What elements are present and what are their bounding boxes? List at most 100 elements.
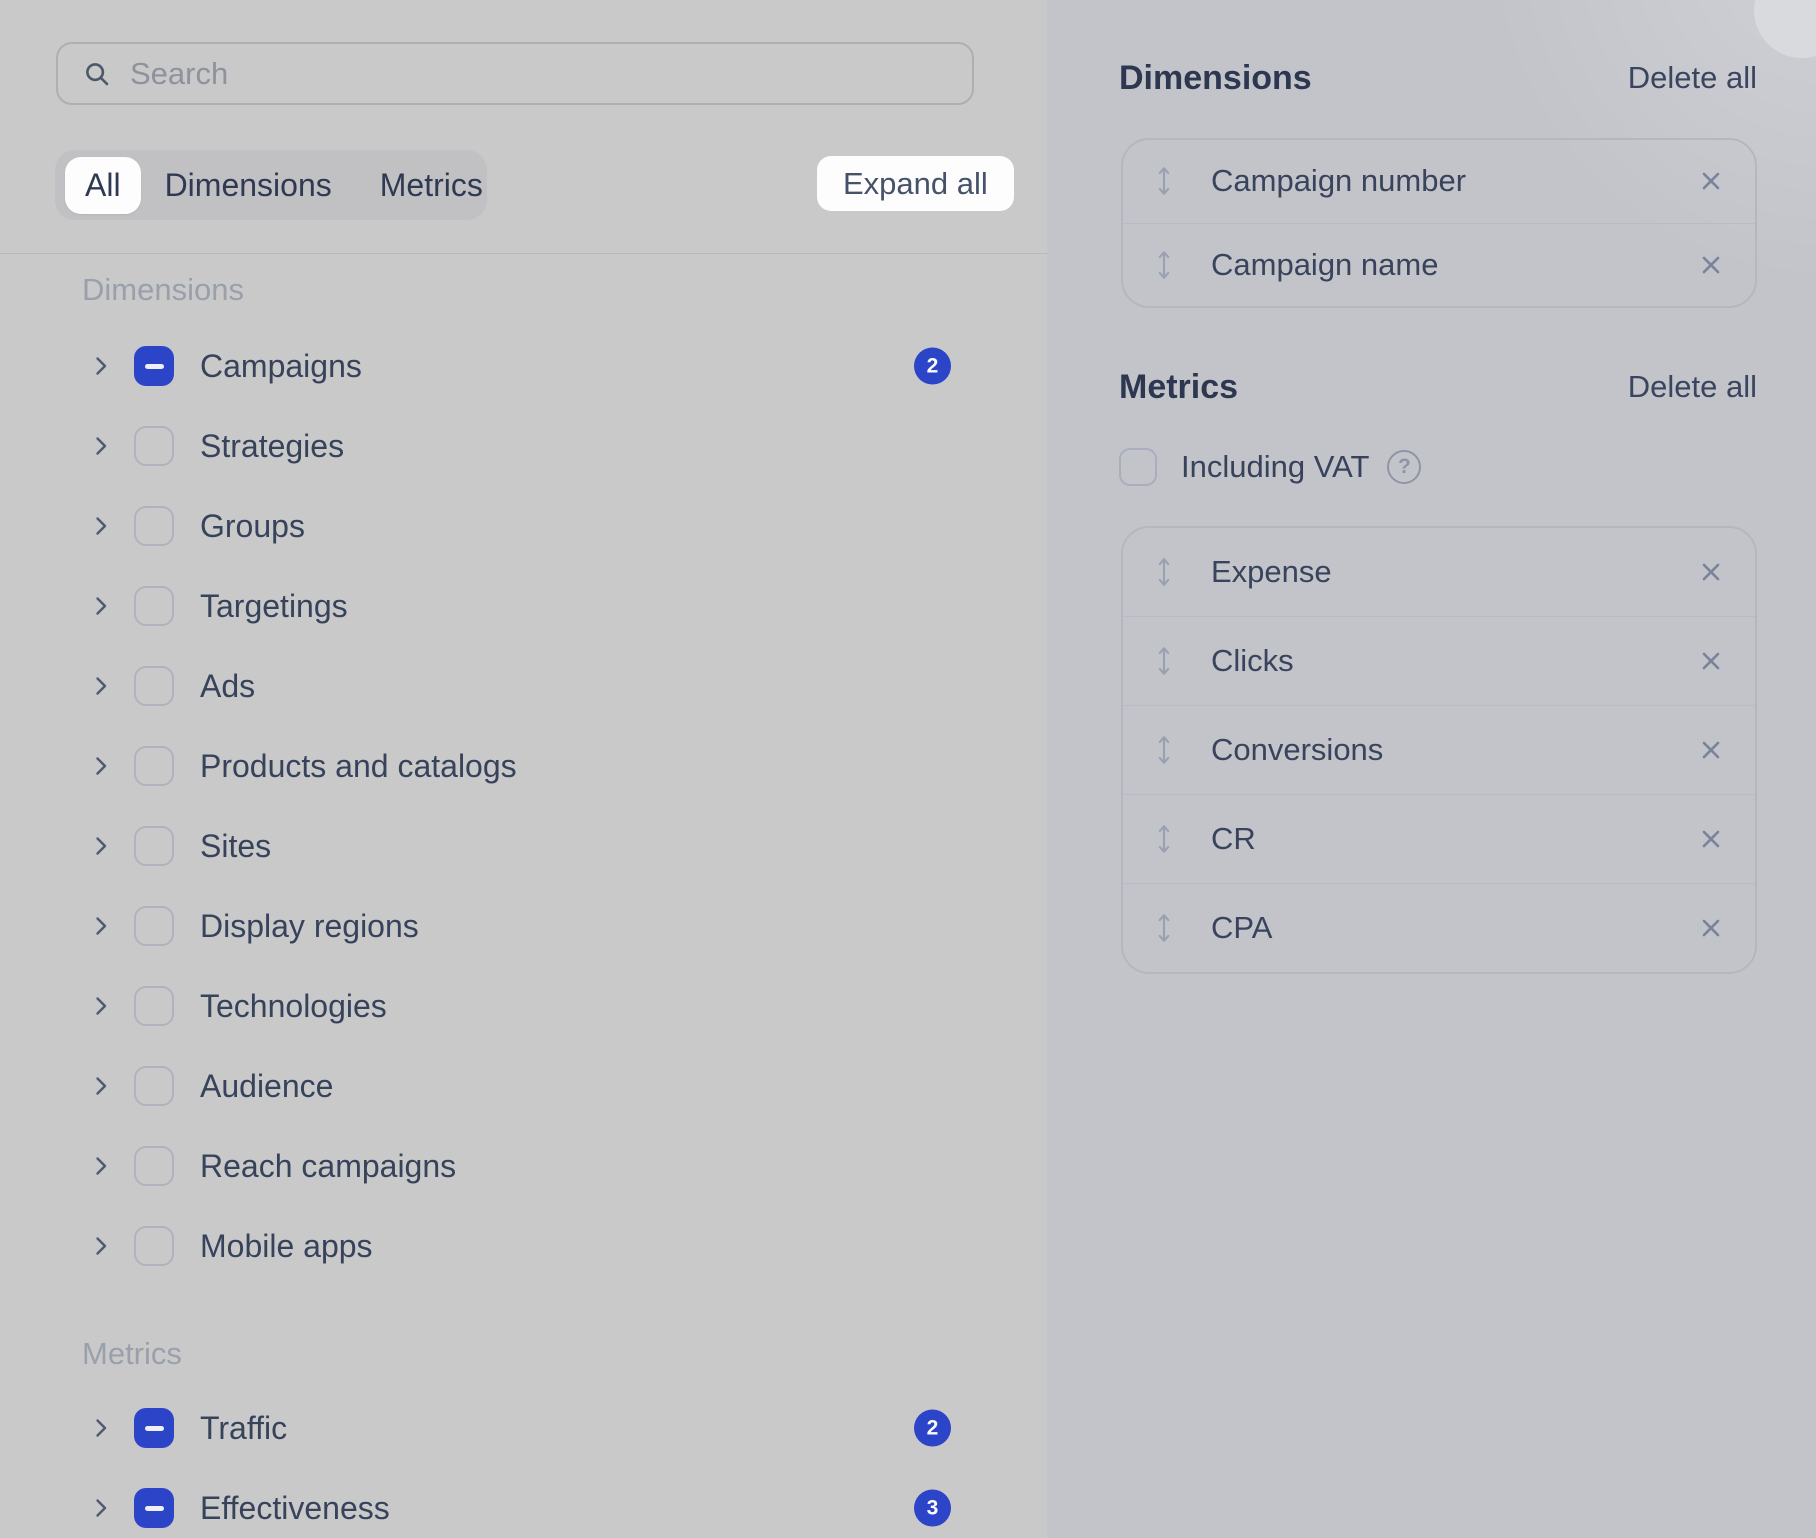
selected-dimensions-list: Campaign number Campaign name: [1121, 138, 1757, 308]
tab-dimensions[interactable]: Dimensions: [141, 157, 356, 214]
tab-metrics[interactable]: Metrics: [356, 157, 507, 214]
chip-label: Expense: [1211, 554, 1697, 590]
including-vat-checkbox[interactable]: [1119, 448, 1157, 486]
chip-label: CPA: [1211, 910, 1697, 946]
selected-count-badge: 3: [914, 1490, 951, 1527]
chevron-right-icon[interactable]: [88, 913, 114, 939]
tree-item-label: Mobile apps: [200, 1228, 373, 1265]
tree-item-label: Targetings: [200, 588, 348, 625]
chip-clicks[interactable]: Clicks: [1123, 616, 1755, 705]
including-vat-row: Including VAT ?: [1119, 447, 1421, 487]
tree-item-effectiveness[interactable]: Effectiveness 3: [0, 1468, 1047, 1538]
checkbox-unchecked[interactable]: [134, 826, 174, 866]
remove-icon[interactable]: [1697, 914, 1725, 942]
tab-all[interactable]: All: [65, 157, 141, 214]
checkbox-unchecked[interactable]: [134, 986, 174, 1026]
selected-columns-panel: Dimensions Delete all Campaign number Ca…: [1047, 0, 1816, 1538]
drag-handle-icon[interactable]: [1153, 822, 1175, 856]
tree-item-groups[interactable]: Groups: [0, 486, 1047, 566]
tree-item-campaigns[interactable]: Campaigns 2: [0, 326, 1047, 406]
remove-icon[interactable]: [1697, 647, 1725, 675]
tree-item-reach-campaigns[interactable]: Reach campaigns: [0, 1126, 1047, 1206]
chevron-right-icon[interactable]: [88, 1495, 114, 1521]
checkbox-unchecked[interactable]: [134, 1226, 174, 1266]
tree-item-label: Ads: [200, 668, 255, 705]
tree-item-traffic[interactable]: Traffic 2: [0, 1388, 1047, 1468]
chip-label: CR: [1211, 821, 1697, 857]
chevron-right-icon[interactable]: [88, 673, 114, 699]
tree-item-technologies[interactable]: Technologies: [0, 966, 1047, 1046]
checkbox-indeterminate[interactable]: [134, 1408, 174, 1448]
selected-metrics-list: Expense Clicks Conversions CR CPA: [1121, 526, 1757, 974]
chevron-right-icon[interactable]: [88, 993, 114, 1019]
chevron-right-icon[interactable]: [88, 833, 114, 859]
checkbox-unchecked[interactable]: [134, 1066, 174, 1106]
checkbox-unchecked[interactable]: [134, 586, 174, 626]
checkbox-indeterminate[interactable]: [134, 346, 174, 386]
expand-all-button[interactable]: Expand all: [817, 156, 1014, 211]
chip-cpa[interactable]: CPA: [1123, 883, 1755, 972]
tree-item-audience[interactable]: Audience: [0, 1046, 1047, 1126]
tree-item-mobile-apps[interactable]: Mobile apps: [0, 1206, 1047, 1286]
metrics-section-label: Metrics: [82, 1336, 182, 1372]
remove-icon[interactable]: [1697, 167, 1725, 195]
checkbox-unchecked[interactable]: [134, 906, 174, 946]
indeterminate-mark-icon: [145, 364, 164, 369]
drag-handle-icon[interactable]: [1153, 644, 1175, 678]
checkbox-unchecked[interactable]: [134, 1146, 174, 1186]
chevron-right-icon[interactable]: [88, 753, 114, 779]
chevron-right-icon[interactable]: [88, 593, 114, 619]
chip-label: Campaign name: [1211, 247, 1697, 283]
chip-campaign-name[interactable]: Campaign name: [1123, 223, 1755, 307]
tree-item-targetings[interactable]: Targetings: [0, 566, 1047, 646]
decorative-circle: [1754, 0, 1816, 58]
tree-item-label: Reach campaigns: [200, 1148, 456, 1185]
chip-label: Clicks: [1211, 643, 1697, 679]
drag-handle-icon[interactable]: [1153, 164, 1175, 198]
chevron-right-icon[interactable]: [88, 1415, 114, 1441]
drag-handle-icon[interactable]: [1153, 911, 1175, 945]
remove-icon[interactable]: [1697, 736, 1725, 764]
help-icon[interactable]: ?: [1387, 450, 1421, 484]
indeterminate-mark-icon: [145, 1506, 164, 1511]
metrics-tree: Traffic 2 Effectiveness 3: [0, 1388, 1047, 1538]
selected-dimensions-title: Dimensions: [1119, 59, 1312, 98]
search-icon: [82, 59, 112, 89]
search-box[interactable]: [56, 42, 974, 105]
chip-campaign-number[interactable]: Campaign number: [1123, 140, 1755, 223]
remove-icon[interactable]: [1697, 558, 1725, 586]
remove-icon[interactable]: [1697, 251, 1725, 279]
chevron-right-icon[interactable]: [88, 353, 114, 379]
drag-handle-icon[interactable]: [1153, 248, 1175, 282]
drag-handle-icon[interactable]: [1153, 733, 1175, 767]
chevron-right-icon[interactable]: [88, 513, 114, 539]
chevron-right-icon[interactable]: [88, 1153, 114, 1179]
tree-item-label: Groups: [200, 508, 305, 545]
chip-expense[interactable]: Expense: [1123, 528, 1755, 616]
chevron-right-icon[interactable]: [88, 433, 114, 459]
tree-item-sites[interactable]: Sites: [0, 806, 1047, 886]
tree-item-products-and-catalogs[interactable]: Products and catalogs: [0, 726, 1047, 806]
remove-icon[interactable]: [1697, 825, 1725, 853]
filter-tabs: All Dimensions Metrics: [55, 150, 487, 220]
tree-item-ads[interactable]: Ads: [0, 646, 1047, 726]
chevron-right-icon[interactable]: [88, 1233, 114, 1259]
tree-item-display-regions[interactable]: Display regions: [0, 886, 1047, 966]
checkbox-unchecked[interactable]: [134, 666, 174, 706]
chevron-right-icon[interactable]: [88, 1073, 114, 1099]
delete-all-dimensions-button[interactable]: Delete all: [1628, 60, 1757, 96]
checkbox-unchecked[interactable]: [134, 746, 174, 786]
delete-all-metrics-button[interactable]: Delete all: [1628, 369, 1757, 405]
chip-cr[interactable]: CR: [1123, 794, 1755, 883]
tree-item-strategies[interactable]: Strategies: [0, 406, 1047, 486]
checkbox-indeterminate[interactable]: [134, 1488, 174, 1528]
checkbox-unchecked[interactable]: [134, 426, 174, 466]
available-columns-panel: All Dimensions Metrics Expand all Dimens…: [0, 0, 1047, 1538]
indeterminate-mark-icon: [145, 1426, 164, 1431]
search-input[interactable]: [130, 56, 948, 92]
drag-handle-icon[interactable]: [1153, 555, 1175, 589]
tree-item-label: Technologies: [200, 988, 387, 1025]
checkbox-unchecked[interactable]: [134, 506, 174, 546]
chip-label: Campaign number: [1211, 163, 1697, 199]
chip-conversions[interactable]: Conversions: [1123, 705, 1755, 794]
